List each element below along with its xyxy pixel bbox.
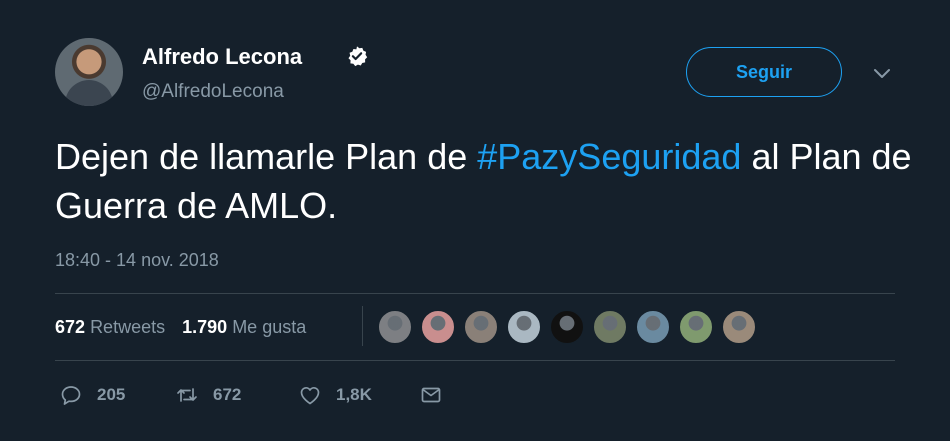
retweet-count: 672 [213,385,242,404]
likes-stat[interactable]: 1.790 Me gusta [182,315,306,339]
stats-separator [362,306,363,346]
liker-avatar[interactable] [722,310,756,344]
user-handle[interactable]: @AlfredoLecona [142,80,284,104]
avatar[interactable] [55,38,123,106]
tweet-actions: 205 672 1,8K [55,383,555,413]
liker-avatar[interactable] [464,310,498,344]
envelope-icon [421,387,441,403]
likes-count: 1.790 [182,317,228,337]
retweet-icon [177,388,197,402]
divider [55,360,895,361]
tweet-timestamp[interactable]: 18:40 - 14 nov. 2018 [55,248,219,272]
heart-icon [300,387,320,405]
liker-avatar[interactable] [378,310,412,344]
like-count: 1,8K [336,385,372,404]
tweet-card: Alfredo Lecona @AlfredoLecona Seguir Dej… [0,0,950,441]
tweet-stats: 672 Retweets 1.790 Me gusta [55,315,318,339]
likes-label: Me gusta [232,317,307,337]
reply-count: 205 [97,385,126,404]
user-name[interactable]: Alfredo Lecona [142,44,302,70]
reply-button[interactable]: 205 [59,383,125,407]
direct-message-button[interactable] [419,383,443,407]
retweet-button[interactable]: 672 [175,383,241,407]
follow-button[interactable]: Seguir [686,47,842,97]
liker-avatar[interactable] [507,310,541,344]
tweet-text: Dejen de llamarle Plan de #PazySeguridad… [55,132,915,230]
liker-avatar[interactable] [550,310,584,344]
liker-avatar[interactable] [679,310,713,344]
tweet-text-before: Dejen de llamarle Plan de [55,136,478,177]
reply-icon [61,386,81,405]
retweets-stat[interactable]: 672 Retweets [55,315,165,339]
like-button[interactable]: 1,8K [298,383,372,407]
divider [55,293,895,294]
retweets-label: Retweets [90,317,166,337]
verified-badge-icon [348,46,368,67]
liker-avatar[interactable] [593,310,627,344]
retweets-count: 672 [55,317,86,337]
liker-avatar[interactable] [636,310,670,344]
hashtag-link[interactable]: #PazySeguridad [477,136,741,177]
chevron-down-icon[interactable] [872,66,892,80]
liker-avatar[interactable] [421,310,455,344]
